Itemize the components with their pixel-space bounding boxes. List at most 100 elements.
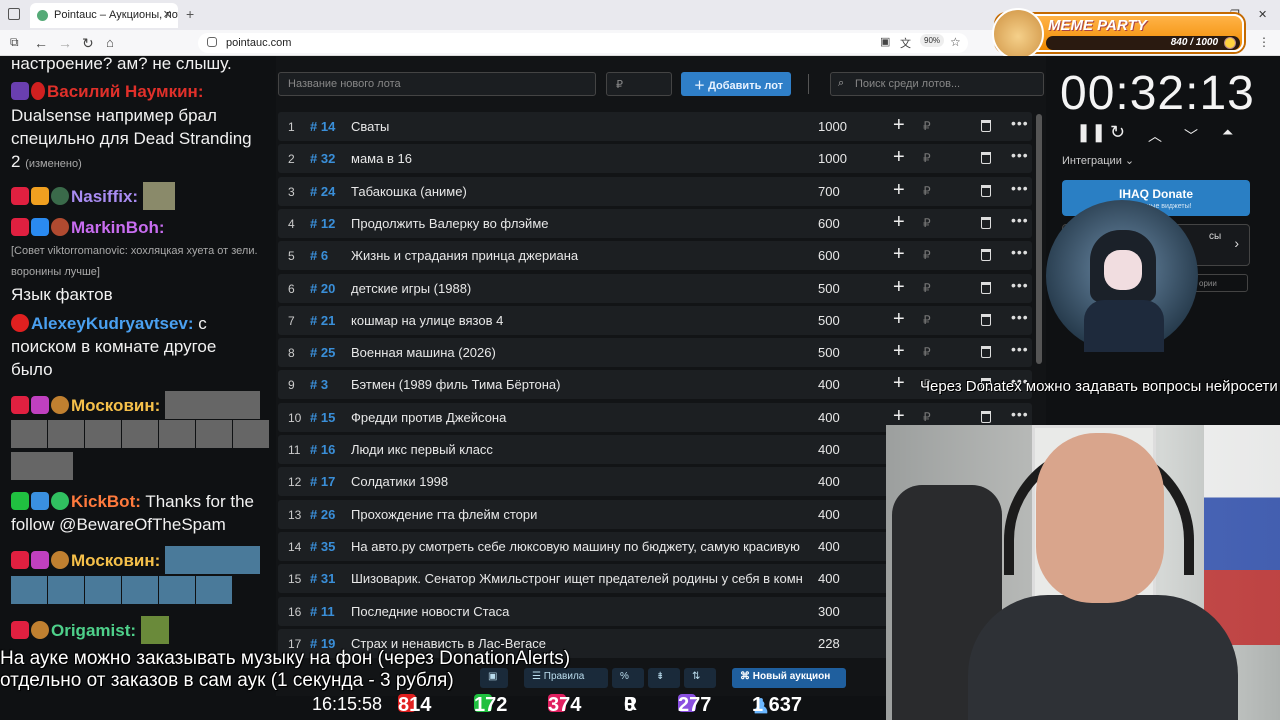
home-icon[interactable]: ⌂ bbox=[106, 35, 114, 50]
lot-name[interactable]: Солдатики 1998 bbox=[351, 474, 803, 489]
lot-row[interactable]: 9 # 3 Бэтмен (1989 филь Тима Бёртона) 400 + ₽… bbox=[278, 370, 1032, 400]
lot-name[interactable]: Последние новости Стаса bbox=[351, 604, 803, 619]
lot-amount[interactable]: 1000 bbox=[818, 151, 847, 166]
lot-name[interactable]: Сваты bbox=[351, 119, 803, 134]
lot-name[interactable]: Шизоварик. Сенатор Жмильстронг ищет пред… bbox=[351, 571, 803, 586]
scrollbar[interactable] bbox=[1036, 114, 1042, 364]
delete-icon[interactable] bbox=[981, 184, 991, 197]
lot-amount[interactable]: 300 bbox=[818, 604, 840, 619]
zoom-level[interactable]: 90% bbox=[920, 34, 945, 47]
double-up-icon[interactable]: ⏶ bbox=[1222, 124, 1233, 141]
lot-amount[interactable]: 700 bbox=[818, 184, 840, 199]
translate-icon[interactable]: 文 bbox=[900, 35, 911, 51]
reload-icon[interactable]: ↻ bbox=[82, 35, 94, 52]
more-options-icon[interactable]: ••• bbox=[1011, 341, 1029, 357]
lot-amount[interactable]: 400 bbox=[818, 474, 840, 489]
lot-name[interactable]: На авто.ру смотреть себе люксовую машину… bbox=[351, 539, 803, 554]
forward-icon[interactable]: → bbox=[58, 35, 72, 51]
lot-amount[interactable]: 400 bbox=[818, 442, 840, 457]
lot-name[interactable]: Фредди против Джейсона bbox=[351, 410, 803, 425]
lot-row[interactable]: 4 # 12 Продолжить Валерку во флэйме 600 + ₽ ••… bbox=[278, 208, 1032, 238]
lot-name[interactable]: кошмар на улице вязов 4 bbox=[351, 313, 803, 328]
delete-icon[interactable] bbox=[981, 410, 991, 423]
lot-row[interactable]: 1 # 14 Сваты 1000 + ₽ ••• bbox=[278, 112, 1032, 141]
sidebar-toggle-icon[interactable] bbox=[8, 8, 20, 20]
add-amount-icon[interactable]: + bbox=[893, 276, 905, 299]
delete-icon[interactable] bbox=[981, 313, 991, 326]
percent-button[interactable]: % bbox=[612, 668, 644, 688]
integrations-dropdown[interactable]: Интеграции ⌄ bbox=[1062, 154, 1134, 167]
more-options-icon[interactable]: ••• bbox=[1011, 309, 1029, 325]
delete-icon[interactable] bbox=[981, 249, 991, 262]
search-lots-input[interactable]: ⌕ Поиск среди лотов... bbox=[830, 72, 1044, 96]
add-amount-icon[interactable]: + bbox=[893, 308, 905, 331]
rules-button[interactable]: ☰ Правила bbox=[524, 668, 608, 688]
lot-row[interactable]: 6 # 20 детские игры (1988) 500 + ₽ ••• bbox=[278, 273, 1032, 303]
add-amount-icon[interactable]: + bbox=[893, 179, 905, 202]
delete-icon[interactable] bbox=[981, 152, 991, 165]
site-info-icon[interactable] bbox=[207, 37, 217, 47]
lot-name[interactable]: Прохождение гта флейм стори bbox=[351, 507, 803, 522]
more-options-icon[interactable]: ••• bbox=[1011, 244, 1029, 260]
reader-icon[interactable]: ▣ bbox=[880, 35, 890, 48]
lot-name[interactable]: Военная машина (2026) bbox=[351, 345, 803, 360]
new-auction-button[interactable]: ⌘ Новый аукцион bbox=[732, 668, 846, 688]
extensions-icon[interactable]: ⧉ bbox=[10, 35, 19, 50]
lot-amount[interactable]: 600 bbox=[818, 248, 840, 263]
add-amount-icon[interactable]: + bbox=[893, 243, 905, 266]
split-button[interactable]: ⇟ bbox=[648, 668, 680, 688]
lot-amount[interactable]: 500 bbox=[818, 281, 840, 296]
more-options-icon[interactable]: ••• bbox=[1011, 212, 1029, 228]
lot-amount[interactable]: 400 bbox=[818, 571, 840, 586]
sort-button[interactable]: ⇅ bbox=[684, 668, 716, 688]
lot-name[interactable]: Люди икс первый класс bbox=[351, 442, 803, 457]
lot-amount[interactable]: 228 bbox=[818, 636, 840, 651]
more-options-icon[interactable]: ••• bbox=[1011, 180, 1029, 196]
browser-tab[interactable]: Pointauc – Аукционы, лотерея ✕ bbox=[30, 3, 178, 28]
lot-name[interactable]: Продолжить Валерку во флэйме bbox=[351, 216, 803, 231]
new-tab-icon[interactable]: + bbox=[186, 6, 194, 22]
lot-amount[interactable]: 400 bbox=[818, 507, 840, 522]
lot-row[interactable]: 8 # 25 Военная машина (2026) 500 + ₽ ••• bbox=[278, 338, 1032, 368]
url-field[interactable]: pointauc.com bbox=[198, 33, 968, 53]
delete-icon[interactable] bbox=[981, 281, 991, 294]
pause-icon[interactable]: ❚❚ bbox=[1076, 122, 1106, 143]
add-amount-icon[interactable]: + bbox=[893, 372, 905, 395]
lot-name[interactable]: Бэтмен (1989 филь Тима Бёртона) bbox=[351, 377, 803, 392]
add-amount-icon[interactable]: + bbox=[893, 146, 905, 169]
chevron-right-icon[interactable]: › bbox=[1234, 235, 1239, 251]
lot-amount[interactable]: 400 bbox=[818, 539, 840, 554]
save-button[interactable]: ▣ bbox=[480, 668, 508, 688]
lot-row[interactable]: 2 # 32 мама в 16 1000 + ₽ ••• bbox=[278, 144, 1032, 174]
more-options-icon[interactable]: ••• bbox=[1011, 406, 1029, 422]
add-amount-icon[interactable]: + bbox=[893, 114, 905, 137]
lot-name[interactable]: детские игры (1988) bbox=[351, 281, 803, 296]
close-tab-icon[interactable]: ✕ bbox=[163, 8, 172, 21]
lot-name[interactable]: Жизнь и страдания принца джериана bbox=[351, 248, 803, 263]
delete-icon[interactable] bbox=[981, 346, 991, 359]
menu-icon[interactable]: ⋮ bbox=[1258, 35, 1270, 49]
lot-amount[interactable]: 400 bbox=[818, 410, 840, 425]
add-amount-icon[interactable]: + bbox=[893, 340, 905, 363]
lot-row[interactable]: 3 # 24 Табакошка (аниме) 700 + ₽ ••• bbox=[278, 176, 1032, 206]
more-options-icon[interactable]: ••• bbox=[1011, 115, 1029, 131]
lot-amount[interactable]: 500 bbox=[818, 313, 840, 328]
lot-row[interactable]: 5 # 6 Жизнь и страдания принца джериана 600… bbox=[278, 241, 1032, 271]
back-icon[interactable]: ← bbox=[34, 35, 48, 51]
more-options-icon[interactable]: ••• bbox=[1011, 147, 1029, 163]
lot-amount[interactable]: 500 bbox=[818, 345, 840, 360]
amount-input[interactable]: ₽ bbox=[606, 72, 672, 96]
lot-amount[interactable]: 600 bbox=[818, 216, 840, 231]
lot-name[interactable]: мама в 16 bbox=[351, 151, 803, 166]
close-window-icon[interactable]: ✕ bbox=[1258, 8, 1267, 21]
lot-row[interactable]: 7 # 21 кошмар на улице вязов 4 500 + ₽ ••• bbox=[278, 305, 1032, 335]
delete-icon[interactable] bbox=[981, 120, 991, 132]
lot-name[interactable]: Табакошка (аниме) bbox=[351, 184, 803, 199]
chevron-up-icon[interactable]: ︿ bbox=[1148, 126, 1162, 146]
chevron-down-icon[interactable]: ﹀ bbox=[1184, 126, 1198, 146]
delete-icon[interactable] bbox=[981, 216, 991, 229]
more-options-icon[interactable]: ••• bbox=[1011, 277, 1029, 293]
new-lot-input[interactable]: Название нового лота bbox=[278, 72, 596, 96]
lot-amount[interactable]: 1000 bbox=[818, 119, 847, 134]
bookmark-star-icon[interactable]: ☆ bbox=[950, 35, 961, 49]
